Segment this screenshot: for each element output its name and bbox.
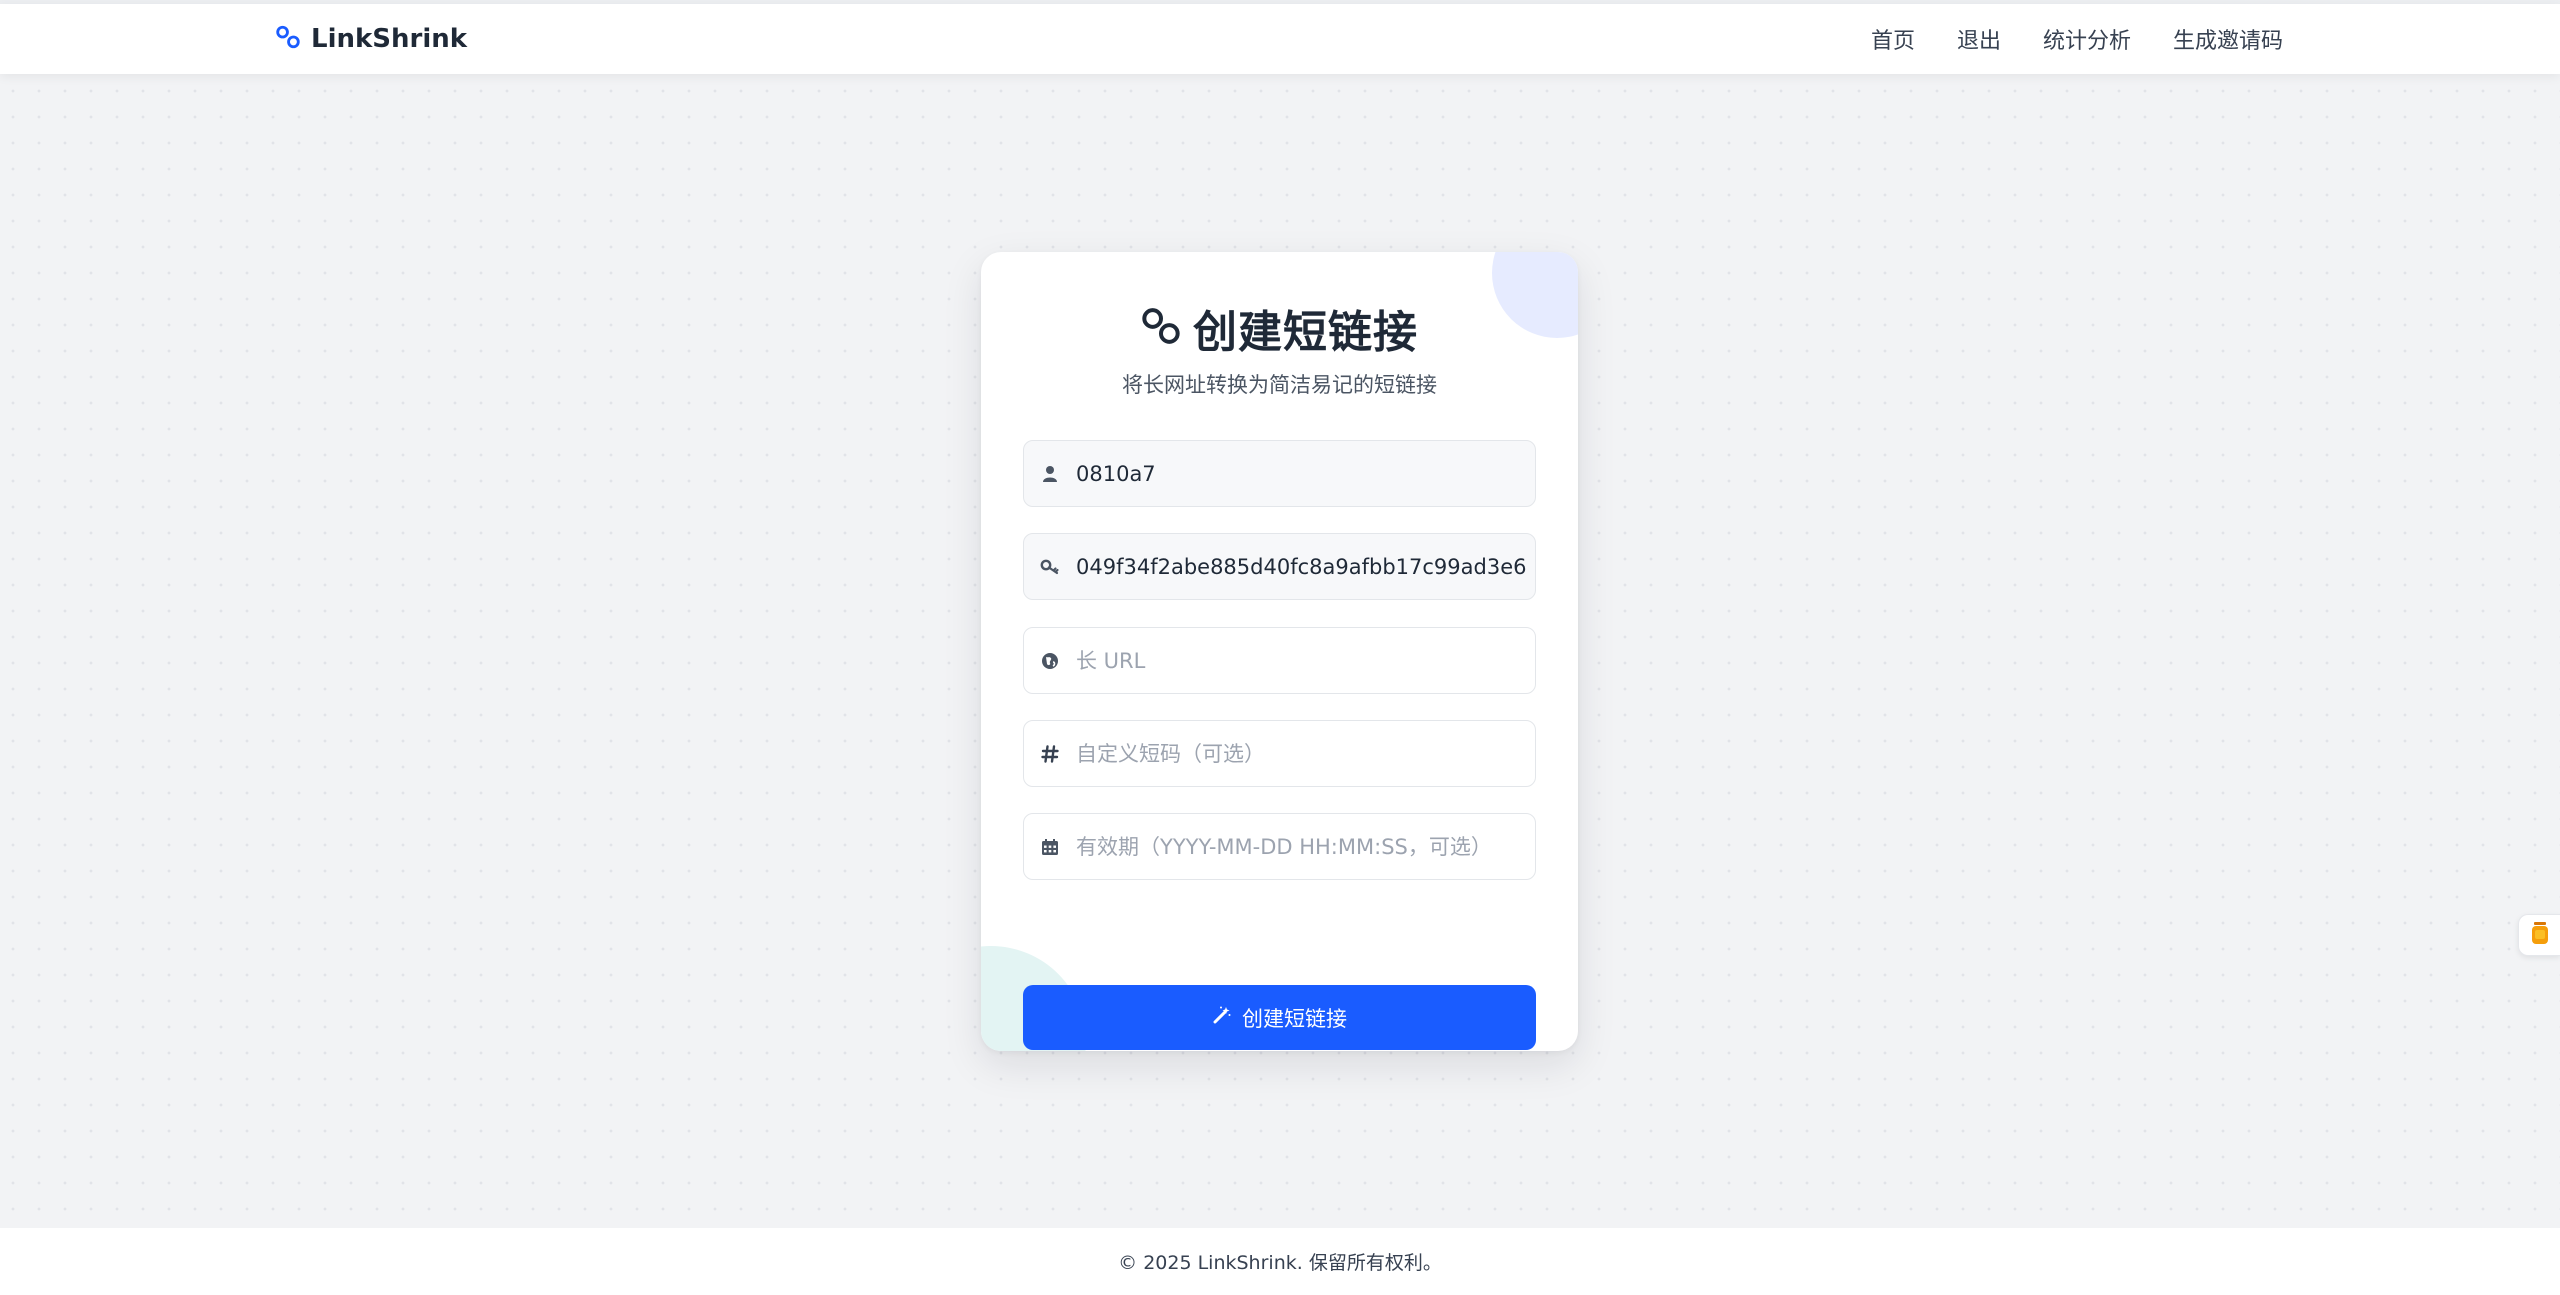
- custom-code-field: [1023, 720, 1536, 787]
- nav-item-home[interactable]: 首页: [1871, 23, 1915, 55]
- username-field: [1023, 440, 1536, 507]
- nav-item-analytics[interactable]: 统计分析: [2043, 23, 2131, 55]
- api-key-input[interactable]: [1076, 554, 1526, 579]
- card-title-row: 创建短链接: [981, 296, 1578, 360]
- footer-copyright: © 2025 LinkShrink. 保留所有权利。: [1118, 1252, 1442, 1274]
- create-link-card: 创建短链接 将长网址转换为简洁易记的短链接 0810a7 049f34f2abe…: [981, 252, 1578, 1051]
- long-url-input[interactable]: [1076, 648, 1526, 673]
- user-icon: [1024, 464, 1076, 484]
- nav-item-invite-code[interactable]: 生成邀请码: [2173, 23, 2283, 55]
- nav-item-logout[interactable]: 退出: [1957, 23, 2001, 55]
- create-link-button[interactable]: 创建短链接: [1023, 985, 1536, 1050]
- footer: © 2025 LinkShrink. 保留所有权利。: [0, 1228, 2560, 1295]
- brand-name: LinkShrink: [311, 24, 468, 54]
- main-content: 创建短链接 将长网址转换为简洁易记的短链接 0810a7 049f34f2abe…: [0, 74, 2560, 1228]
- expiry-field: [1023, 813, 1536, 880]
- magic-wand-icon: [1212, 1005, 1232, 1030]
- globe-icon: [1024, 651, 1076, 671]
- navbar: LinkShrink 首页 退出 统计分析 生成邀请码: [0, 4, 2560, 74]
- expiry-input[interactable]: [1076, 834, 1526, 859]
- jar-icon: [2529, 920, 2551, 950]
- main-nav: 首页 退出 统计分析 生成邀请码: [1871, 21, 2283, 57]
- api-key-field: [1023, 533, 1536, 600]
- side-widget[interactable]: [2518, 914, 2560, 956]
- hashtag-icon: [1024, 744, 1076, 764]
- card-title: 创建短链接: [1193, 307, 1418, 358]
- calendar-icon: [1024, 837, 1076, 857]
- key-icon: [1024, 557, 1076, 577]
- link-icon: [275, 24, 301, 54]
- long-url-field: [1023, 627, 1536, 694]
- card-subtitle: 将长网址转换为简洁易记的短链接: [1122, 373, 1437, 397]
- create-link-button-label: 创建短链接: [1242, 1006, 1347, 1031]
- custom-code-input[interactable]: [1076, 741, 1526, 766]
- username-input[interactable]: [1076, 461, 1526, 486]
- brand[interactable]: LinkShrink: [275, 21, 467, 57]
- link-icon: [1141, 306, 1181, 350]
